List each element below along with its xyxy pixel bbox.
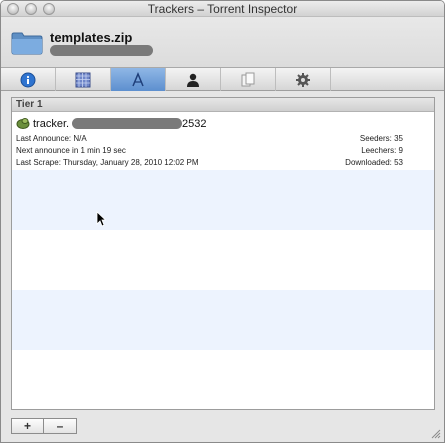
last-scrape-text: Last Scrape: Thursday, January 28, 2010 … <box>16 158 199 167</box>
pieces-grid-icon <box>75 72 91 87</box>
empty-row <box>12 170 434 230</box>
tracker-row[interactable]: tracker. 2532 Last Announce: N/A Next an… <box>12 112 434 170</box>
trackers-icon <box>132 71 144 86</box>
tab-peers[interactable] <box>166 68 221 91</box>
remove-tracker-button[interactable]: – <box>44 418 77 434</box>
trackers-table[interactable]: Tier 1 tracker. 2532 Last Announce: N/A … <box>11 97 435 410</box>
inspector-tab-bar <box>1 67 444 91</box>
window-title: Trackers – Torrent Inspector <box>147 2 298 16</box>
add-tracker-button[interactable]: + <box>11 418 44 434</box>
tracker-status-icon <box>16 118 30 129</box>
tier-header: Tier 1 <box>12 98 434 112</box>
tab-files[interactable] <box>221 68 276 91</box>
redacted-subtitle <box>50 45 153 56</box>
mouse-pointer-icon <box>96 211 106 227</box>
leechers-count: Leechers: 9 <box>361 146 403 155</box>
inspector-window: Trackers – Torrent Inspector templates.z… <box>0 0 445 443</box>
files-icon <box>241 72 255 86</box>
tab-info[interactable] <box>1 68 56 91</box>
tab-pieces[interactable] <box>56 68 111 91</box>
last-announce-text: Last Announce: N/A <box>16 134 87 143</box>
seeders-count: Seeders: 35 <box>359 134 403 143</box>
tracker-port: 2532 <box>182 118 207 130</box>
tab-options[interactable] <box>276 68 331 91</box>
info-icon <box>20 72 36 87</box>
resize-grip-icon[interactable] <box>431 429 441 439</box>
peers-person-icon <box>187 73 199 87</box>
downloaded-count: Downloaded: 53 <box>345 158 403 167</box>
tab-trackers[interactable] <box>111 68 166 91</box>
folder-icon <box>11 32 43 55</box>
options-gear-icon <box>296 72 310 87</box>
tracker-edit-buttons: + – <box>11 418 77 434</box>
empty-row <box>12 290 434 350</box>
torrent-file-name: templates.zip <box>50 30 133 45</box>
torrent-header: templates.zip <box>1 17 444 67</box>
next-announce-text: Next announce in 1 min 19 sec <box>16 146 126 155</box>
tracker-host: tracker. <box>33 118 70 130</box>
title-bar: Trackers – Torrent Inspector <box>1 1 444 17</box>
redacted-tracker-address <box>72 118 182 129</box>
